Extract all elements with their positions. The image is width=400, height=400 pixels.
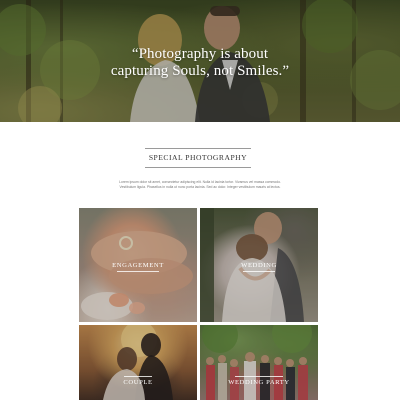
label-underline <box>117 271 159 272</box>
label-underline <box>243 271 275 272</box>
section-title: SPECIAL PHOTOGRAPHY <box>145 148 251 168</box>
tile-label-text: WEDDING <box>241 262 277 269</box>
tile-label-text: COUPLE <box>123 379 153 386</box>
section-intro: Lorem ipsum dolor sit amet, consectetur … <box>119 180 281 189</box>
label-overline <box>235 376 283 377</box>
tile-label: WEDDING PARTY <box>200 376 318 386</box>
gallery-tile-wedding-party[interactable]: WEDDING PARTY <box>200 325 318 400</box>
hero-quote: “Photography is about capturing Souls, n… <box>0 46 400 80</box>
gallery-tile-couple[interactable]: COUPLE <box>79 325 197 400</box>
tile-label-text: ENGAGEMENT <box>112 262 164 269</box>
label-overline <box>124 376 152 377</box>
hero-quote-line: “Photography is about <box>131 46 269 62</box>
hero-quote-line: capturing Souls, not Smiles.” <box>110 63 290 79</box>
hero-banner: “Photography is about capturing Souls, n… <box>0 0 400 122</box>
tile-label: WEDDING <box>200 262 318 272</box>
tile-label: COUPLE <box>79 376 197 386</box>
gallery-tile-engagement[interactable]: ENGAGEMENT <box>79 208 197 322</box>
tile-overlay <box>200 325 318 400</box>
tile-label: ENGAGEMENT <box>79 262 197 272</box>
tile-label-text: WEDDING PARTY <box>228 379 290 386</box>
gallery-tile-wedding[interactable]: WEDDING <box>200 208 318 322</box>
tile-overlay <box>79 325 197 400</box>
